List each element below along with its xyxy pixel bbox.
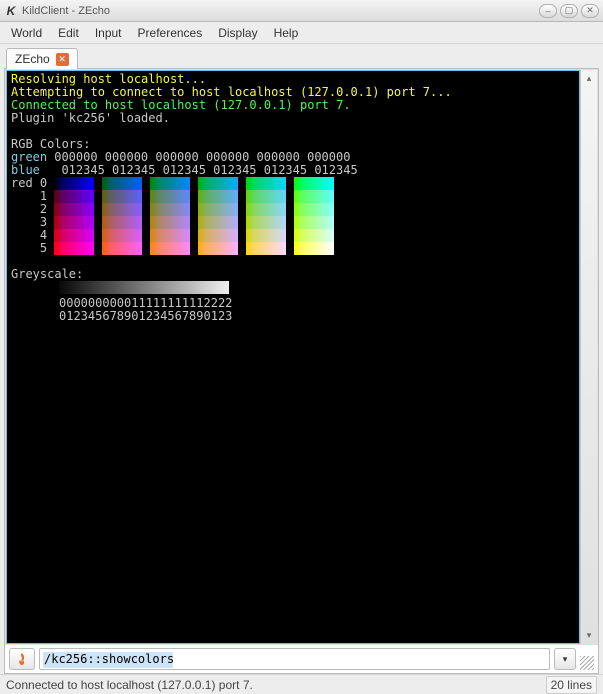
menu-preferences[interactable]: Preferences (130, 24, 211, 42)
menu-edit[interactable]: Edit (50, 24, 87, 42)
scroll-down-button[interactable]: ▾ (581, 627, 597, 644)
history-dropdown-button[interactable]: ▾ (554, 648, 576, 670)
tab-strip: ZEcho ✕ (0, 44, 603, 68)
menu-help[interactable]: Help (266, 24, 307, 42)
menu-display[interactable]: Display (210, 24, 265, 42)
tab-close-icon[interactable]: ✕ (56, 53, 69, 66)
menu-world[interactable]: World (3, 24, 50, 42)
menu-bar: World Edit Input Preferences Display Hel… (0, 22, 603, 44)
window-title: KildClient - ZEcho (22, 5, 536, 17)
status-bar: Connected to host localhost (127.0.0.1) … (0, 674, 603, 694)
scroll-up-button[interactable]: ▴ (581, 70, 597, 87)
close-button[interactable]: ✕ (581, 4, 599, 18)
app-icon: K (4, 4, 18, 18)
input-row: ▾ (5, 645, 598, 673)
status-lines: 20 lines (546, 676, 597, 694)
window-titlebar: K KildClient - ZEcho – ▢ ✕ (0, 0, 603, 22)
send-button[interactable] (9, 648, 35, 670)
terminal-output[interactable]: Resolving host localhost... Attempting t… (6, 70, 580, 644)
tab-label: ZEcho (15, 52, 50, 66)
scroll-track[interactable] (581, 87, 597, 627)
status-connection: Connected to host localhost (127.0.0.1) … (6, 678, 546, 692)
resize-grip-icon[interactable] (580, 656, 594, 670)
tab-zecho[interactable]: ZEcho ✕ (6, 48, 78, 69)
scrollbar[interactable]: ▴ ▾ (580, 70, 597, 644)
flame-icon (15, 652, 29, 666)
maximize-button[interactable]: ▢ (560, 4, 578, 18)
minimize-button[interactable]: – (539, 4, 557, 18)
command-input[interactable] (39, 648, 550, 670)
client-area: Resolving host localhost... Attempting t… (4, 68, 599, 674)
menu-input[interactable]: Input (87, 24, 130, 42)
